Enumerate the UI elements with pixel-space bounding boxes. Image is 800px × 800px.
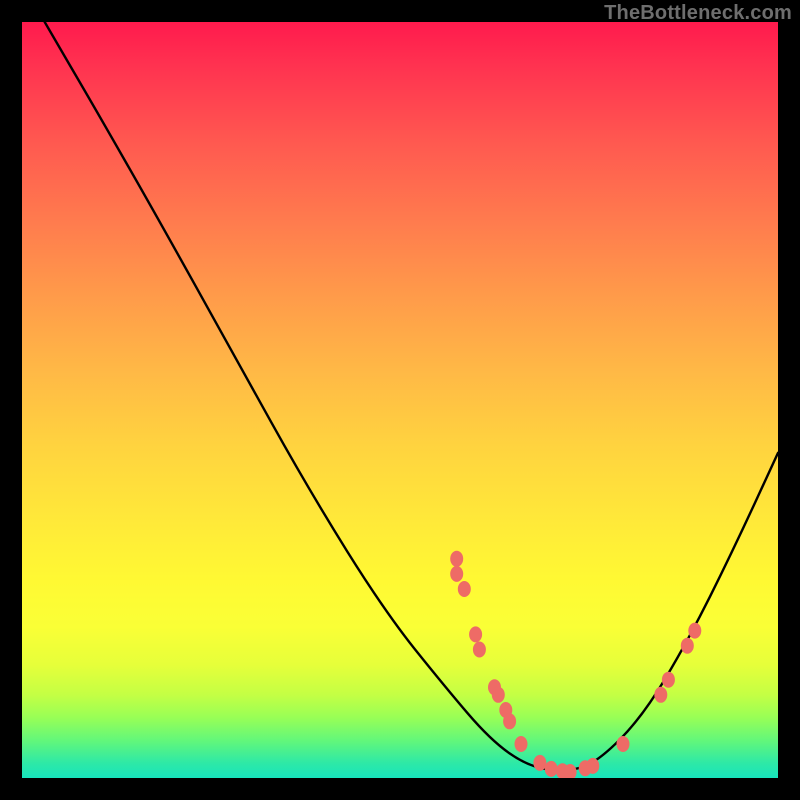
curve-marker: [515, 736, 528, 752]
curve-marker: [458, 581, 471, 597]
curve-marker: [492, 687, 505, 703]
curve-markers: [450, 551, 701, 778]
curve-marker: [586, 758, 599, 774]
curve-marker: [681, 638, 694, 654]
bottleneck-curve-chart: [22, 22, 778, 778]
curve-marker: [533, 755, 546, 771]
curve-line: [45, 22, 778, 770]
curve-marker: [617, 736, 630, 752]
curve-marker: [503, 713, 516, 729]
curve-marker: [688, 623, 701, 639]
curve-marker: [545, 761, 558, 777]
curve-marker: [654, 687, 667, 703]
curve-marker: [450, 551, 463, 567]
curve-marker: [473, 642, 486, 658]
curve-marker: [450, 566, 463, 582]
curve-marker: [469, 626, 482, 642]
curve-marker: [662, 672, 675, 688]
